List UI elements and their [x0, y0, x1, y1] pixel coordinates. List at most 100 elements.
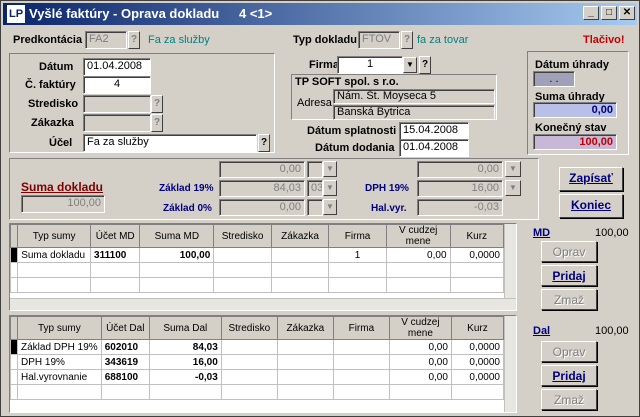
column-header[interactable]: Firma [328, 224, 387, 248]
maximize-button[interactable]: □ [601, 6, 617, 20]
ucel-lookup-button[interactable]: ? [258, 134, 270, 152]
table-cell[interactable] [90, 277, 141, 293]
zakazka-field[interactable] [83, 114, 151, 132]
table-cell[interactable]: 84,03 [148, 339, 222, 355]
column-header[interactable]: Typ sumy [17, 316, 102, 340]
table-row[interactable]: Hal.vyrovnanie 688100 -0,03 0,00 0,0000 [10, 369, 505, 385]
dal-zmaz-button[interactable]: Zmaž [541, 389, 597, 410]
table-cell[interactable]: DPH 19% [17, 354, 102, 370]
table-cell[interactable]: 0,0000 [450, 354, 505, 370]
faktura-number-field[interactable]: 4 [83, 76, 151, 94]
table-cell[interactable] [449, 277, 505, 293]
row-selector[interactable] [10, 339, 18, 355]
extra-rate-dropdown[interactable]: ▼ [323, 161, 337, 177]
table-row[interactable] [10, 384, 505, 400]
firma-select[interactable]: 1 [337, 56, 403, 74]
table-cell[interactable]: 311100 [90, 247, 141, 263]
table-cell[interactable]: 16,00 [148, 354, 222, 370]
firma-dropdown-arrow[interactable]: ▼ [403, 57, 417, 73]
table-cell[interactable] [276, 339, 334, 355]
row-selector[interactable] [9, 277, 19, 293]
table-cell[interactable] [270, 247, 330, 263]
table-cell[interactable] [328, 277, 387, 293]
dal-vertical-scrollbar[interactable] [504, 316, 516, 412]
table-cell[interactable] [332, 354, 390, 370]
dph19-dropdown[interactable]: ▼ [505, 180, 521, 196]
table-cell[interactable]: -0,03 [148, 369, 222, 385]
table-cell[interactable] [139, 277, 215, 293]
table-row[interactable]: Suma dokladu 311100 100,00 1 0,00 0,0000 [9, 247, 505, 263]
table-cell[interactable]: 602010 [100, 339, 150, 355]
table-cell[interactable] [276, 369, 334, 385]
md-pridaj-button[interactable]: Pridaj [541, 265, 597, 286]
md-table[interactable]: Typ sumy Účet MD Suma MD Stredisko Zákazka Fi… [9, 223, 517, 311]
table-cell[interactable] [385, 262, 451, 278]
table-row[interactable] [9, 262, 505, 278]
column-header[interactable]: Stredisko [220, 316, 278, 340]
table-cell[interactable] [220, 354, 278, 370]
table-cell[interactable] [213, 277, 272, 293]
table-cell[interactable]: 343619 [100, 354, 150, 370]
column-header[interactable]: V cudzej mene [385, 224, 451, 248]
stredisko-lookup-button[interactable]: ? [151, 95, 163, 113]
dal-table[interactable]: Typ sumy Účet Dal Suma Dal Stredisko Zákazka… [9, 315, 517, 413]
table-row[interactable]: Základ DPH 19% 602010 84,03 0,00 0,0000 [10, 339, 505, 355]
table-cell[interactable]: 0,00 [385, 247, 451, 263]
table-cell[interactable] [450, 384, 505, 400]
column-header[interactable]: Zákazka [270, 224, 330, 248]
table-cell[interactable]: 100,00 [139, 247, 215, 263]
extra-vat-dropdown[interactable]: ▼ [505, 161, 521, 177]
zaklad19-rate-dropdown[interactable]: ▼ [323, 180, 337, 196]
ucel-field[interactable]: Fa za služby [83, 134, 257, 152]
column-header[interactable]: Suma MD [139, 224, 215, 248]
column-header[interactable]: Kurz [450, 316, 505, 340]
column-header[interactable]: Firma [332, 316, 390, 340]
table-cell[interactable] [385, 277, 451, 293]
table-cell[interactable]: 1 [328, 247, 387, 263]
table-cell[interactable] [276, 384, 334, 400]
minimize-button[interactable]: _ [583, 6, 599, 20]
column-header[interactable]: Zákazka [276, 316, 334, 340]
table-cell[interactable] [213, 247, 272, 263]
md-horizontal-scrollbar[interactable] [10, 298, 516, 310]
table-cell[interactable] [328, 262, 387, 278]
stredisko-field[interactable] [83, 95, 151, 113]
column-header[interactable]: Kurz [449, 224, 505, 248]
dal-pridaj-button[interactable]: Pridaj [541, 365, 597, 386]
table-cell[interactable] [90, 262, 141, 278]
table-cell[interactable] [388, 384, 452, 400]
md-vertical-scrollbar[interactable] [504, 224, 516, 298]
column-header[interactable]: Suma Dal [148, 316, 222, 340]
column-header[interactable]: Účet Dal [100, 316, 150, 340]
row-selector[interactable] [10, 354, 18, 370]
table-cell[interactable] [270, 277, 330, 293]
table-cell[interactable]: 0,00 [388, 354, 452, 370]
table-cell[interactable] [220, 384, 278, 400]
row-selector[interactable] [9, 247, 19, 263]
table-cell[interactable] [17, 384, 102, 400]
column-header[interactable]: Účet MD [90, 224, 141, 248]
typ-dokladu-lookup-button[interactable]: ? [401, 31, 413, 49]
title-bar[interactable]: LP Vyšlé faktúry - Oprava dokladu 4 <1> … [3, 3, 637, 25]
dal-oprav-button[interactable]: Oprav [541, 341, 597, 362]
md-oprav-button[interactable]: Oprav [541, 241, 597, 262]
table-cell[interactable] [220, 339, 278, 355]
table-cell[interactable] [100, 384, 150, 400]
table-cell[interactable] [17, 277, 92, 293]
table-cell[interactable]: 0,00 [388, 339, 452, 355]
table-cell[interactable]: 0,0000 [450, 369, 505, 385]
table-cell[interactable] [17, 262, 92, 278]
table-cell[interactable]: Suma dokladu [17, 247, 92, 263]
table-cell[interactable] [332, 384, 390, 400]
table-cell[interactable]: 0,00 [388, 369, 452, 385]
md-zmaz-button[interactable]: Zmaž [541, 289, 597, 310]
table-cell[interactable] [449, 262, 505, 278]
table-cell[interactable] [139, 262, 215, 278]
table-cell[interactable] [332, 339, 390, 355]
column-header[interactable]: V cudzej mene [388, 316, 452, 340]
table-cell[interactable]: Hal.vyrovnanie [17, 369, 102, 385]
predkontacia-field[interactable]: FA2 [85, 31, 127, 49]
table-cell[interactable]: 0,0000 [449, 247, 505, 263]
table-cell[interactable] [276, 354, 334, 370]
table-cell[interactable] [148, 384, 222, 400]
